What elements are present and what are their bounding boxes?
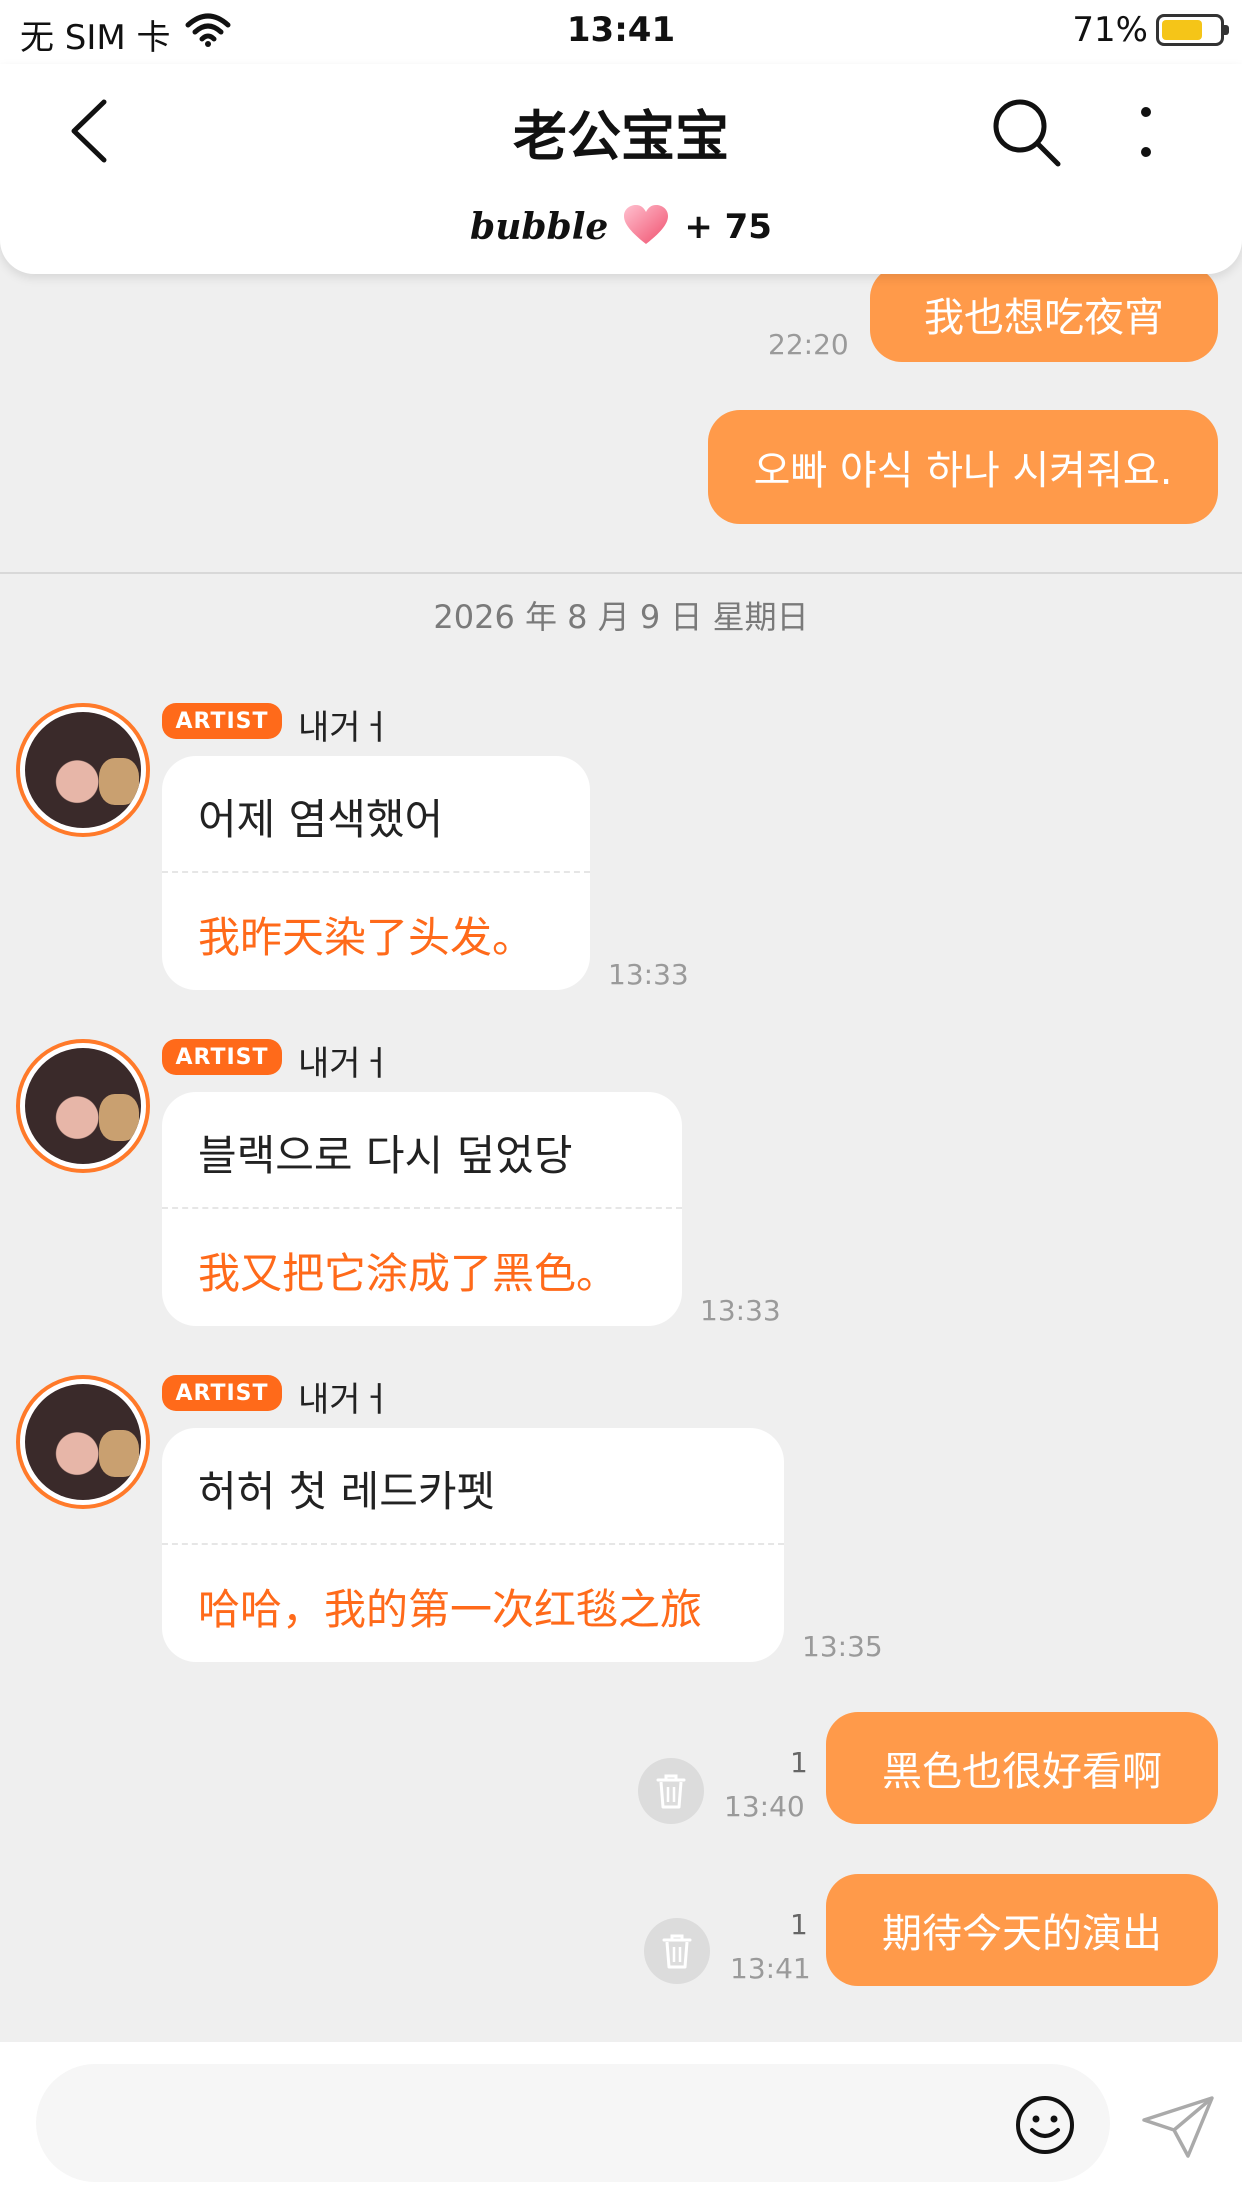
message-text: 我也想吃夜宵 <box>924 295 1164 341</box>
message-text-translation: 我又把它涂成了黑色。 <box>198 1249 619 1298</box>
artist-avatar[interactable] <box>16 703 150 837</box>
message-input[interactable] <box>36 2064 1110 2182</box>
read-count: 1 <box>790 1746 808 1779</box>
battery-percent: 71% <box>1072 10 1148 50</box>
chat-header: 老公宝宝 bubble + 75 <box>0 64 1242 274</box>
artist-badge: ARTIST <box>162 1039 282 1075</box>
trash-icon <box>662 1934 692 1969</box>
more-button[interactable] <box>1126 98 1166 168</box>
message-time: 13:41 <box>730 1952 811 1985</box>
status-time: 13:41 <box>566 10 676 50</box>
status-right: 71% <box>1072 10 1229 50</box>
my-message-bubble[interactable]: 黑色也很好看啊 <box>826 1712 1218 1824</box>
more-vertical-icon <box>1141 107 1151 157</box>
emoji-button[interactable] <box>1014 2094 1076 2156</box>
artist-message-bubble[interactable]: 어제 염색했어 我昨天染了头发。 <box>162 756 590 990</box>
artist-name: 내거ㅓ <box>298 708 392 748</box>
message-text-korean: 어제 염색했어 <box>198 795 444 844</box>
message-time: 13:35 <box>802 1630 883 1663</box>
artist-name: 내거ㅓ <box>298 1044 392 1084</box>
message-text-translation: 哈哈，我的第一次红毯之旅 <box>198 1585 703 1634</box>
artist-avatar[interactable] <box>16 1375 150 1509</box>
read-count: 1 <box>790 1908 808 1941</box>
my-message-bubble[interactable]: 期待今天的演出 <box>826 1874 1218 1986</box>
message-text: 黑色也很好看啊 <box>882 1749 1162 1795</box>
message-time: 13:33 <box>700 1294 781 1327</box>
my-message-bubble[interactable]: 오빠 야식 하나 시켜줘요. <box>708 410 1218 524</box>
message-time: 22:20 <box>768 328 849 361</box>
message-text-korean: 허허 첫 레드카펫 <box>198 1467 496 1516</box>
artist-badge: ARTIST <box>162 1375 282 1411</box>
search-icon <box>993 99 1061 167</box>
message-text-korean: 블랙으로 다시 덮었당 <box>198 1131 573 1180</box>
trash-icon <box>656 1774 686 1809</box>
bubble-logo: bubble <box>470 206 609 248</box>
artist-badge: ARTIST <box>162 703 282 739</box>
translation-divider <box>162 871 590 873</box>
send-button[interactable] <box>1140 2094 1216 2160</box>
message-text: 오빠 야식 하나 시켜줘요. <box>753 448 1173 494</box>
message-time: 13:33 <box>608 958 689 991</box>
message-text-translation: 我昨天染了头发。 <box>198 913 535 962</box>
smiley-icon <box>1016 2096 1074 2154</box>
bubble-status[interactable]: bubble + 75 <box>0 204 1242 250</box>
artist-avatar[interactable] <box>16 1039 150 1173</box>
translation-divider <box>162 1207 682 1209</box>
search-button[interactable] <box>988 94 1064 170</box>
delete-button[interactable] <box>638 1758 704 1824</box>
divider <box>0 572 1242 574</box>
artist-name: 내거ㅓ <box>298 1380 392 1420</box>
translation-divider <box>162 1543 784 1545</box>
artist-message-bubble[interactable]: 허허 첫 레드카펫 哈哈，我的第一次红毯之旅 <box>162 1428 784 1662</box>
status-bar: 无 SIM 卡 13:41 71% <box>0 0 1242 64</box>
my-message-bubble[interactable]: 我也想吃夜宵 <box>870 266 1218 362</box>
bubble-count: + 75 <box>684 207 772 247</box>
battery-icon <box>1156 14 1229 46</box>
message-text: 期待今天的演出 <box>882 1911 1162 1957</box>
message-time: 13:40 <box>724 1790 805 1823</box>
delete-button[interactable] <box>644 1918 710 1984</box>
send-icon <box>1142 2096 1214 2158</box>
heart-icon <box>622 204 670 250</box>
message-input-bar <box>0 2042 1242 2208</box>
date-separator: 2026 年 8 月 9 日 星期日 <box>433 598 809 636</box>
artist-message-bubble[interactable]: 블랙으로 다시 덮었당 我又把它涂成了黑色。 <box>162 1092 682 1326</box>
